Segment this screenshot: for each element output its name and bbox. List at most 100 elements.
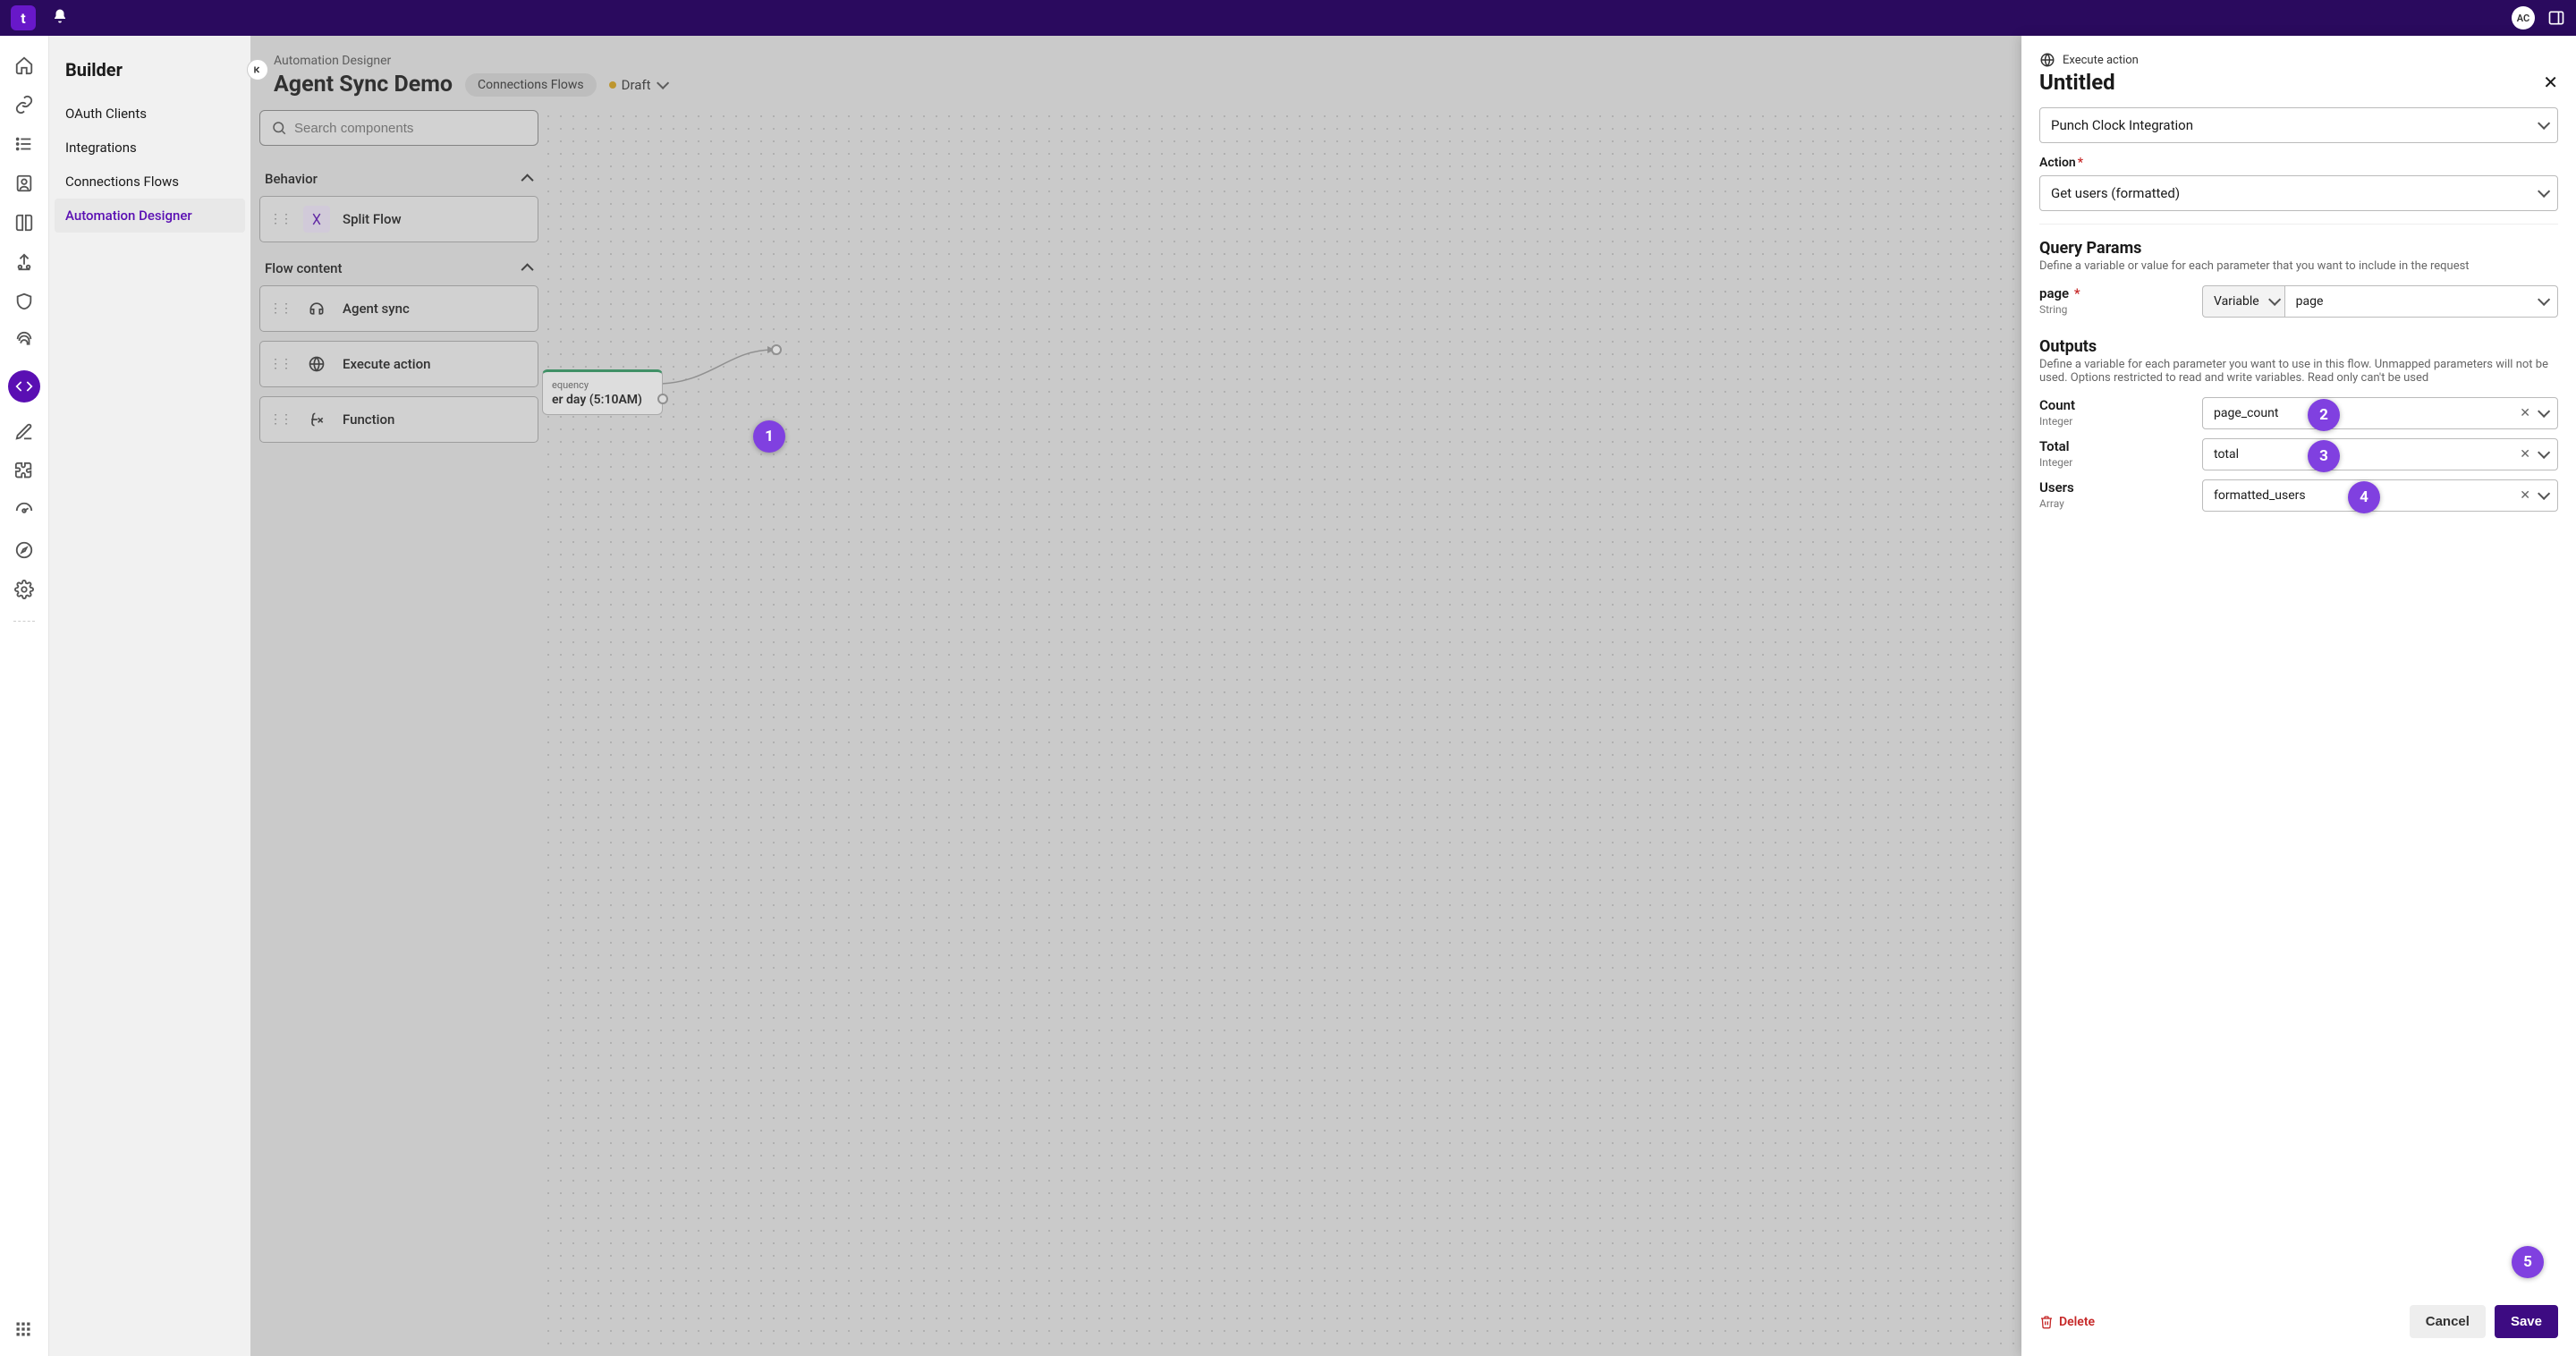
flow-title: Agent Sync Demo xyxy=(274,72,453,97)
globe-icon xyxy=(2039,52,2055,68)
annotation-4: 4 xyxy=(2348,481,2380,513)
status-label: Draft xyxy=(622,77,651,93)
collapse-sidebar-button[interactable] xyxy=(247,59,268,81)
chevron-down-icon xyxy=(657,76,669,89)
node-meta: equency xyxy=(552,379,653,391)
status-dropdown[interactable]: Draft xyxy=(609,77,665,93)
chevron-down-icon xyxy=(2538,487,2550,500)
clear-icon[interactable]: ✕ xyxy=(2520,447,2530,462)
param-name: page * xyxy=(2039,285,2190,301)
sidebar-title: Builder xyxy=(55,59,245,97)
outputs-title: Outputs xyxy=(2039,337,2558,356)
drag-handle-icon[interactable]: ⋮⋮ xyxy=(269,412,291,427)
query-params-desc: Define a variable or value for each para… xyxy=(2039,259,2558,273)
action-select[interactable]: Get users (formatted) xyxy=(2039,175,2558,211)
chevron-up-icon xyxy=(521,263,534,275)
delete-button[interactable]: Delete xyxy=(2039,1315,2095,1329)
output-name: Users xyxy=(2039,479,2190,496)
home-icon[interactable] xyxy=(14,55,34,75)
code-icon[interactable] xyxy=(8,370,40,403)
component-split-flow[interactable]: ⋮⋮ Split Flow xyxy=(259,196,538,242)
top-bar: t AC xyxy=(0,0,2576,36)
query-params-title: Query Params xyxy=(2039,239,2558,258)
annotation-3: 3 xyxy=(2308,440,2340,472)
split-icon xyxy=(303,206,330,233)
drag-handle-icon[interactable]: ⋮⋮ xyxy=(269,301,291,316)
search-input-field[interactable] xyxy=(294,121,527,136)
output-count-select[interactable]: page_count ✕ xyxy=(2202,397,2558,429)
icon-rail xyxy=(0,36,49,1356)
chevron-down-icon xyxy=(2538,185,2550,198)
flow-edge xyxy=(657,344,782,389)
apps-grid-icon[interactable] xyxy=(14,1320,34,1340)
output-total-select[interactable]: total ✕ xyxy=(2202,438,2558,470)
sidebar-item-connections[interactable]: Connections Flows xyxy=(55,165,245,199)
status-dot-icon xyxy=(609,81,616,89)
output-users-select[interactable]: formatted_users ✕ xyxy=(2202,479,2558,512)
action-label: Action* xyxy=(2039,156,2558,170)
function-icon xyxy=(303,406,330,433)
param-type: String xyxy=(2039,303,2190,316)
param-value-select[interactable]: page xyxy=(2284,285,2558,318)
headset-icon xyxy=(303,295,330,322)
user-avatar[interactable]: AC xyxy=(2512,6,2535,30)
sidebar-item-oauth[interactable]: OAuth Clients xyxy=(55,97,245,131)
compass-icon[interactable] xyxy=(14,540,34,560)
connection-select[interactable]: Punch Clock Integration xyxy=(2039,107,2558,143)
clear-icon[interactable]: ✕ xyxy=(2520,488,2530,503)
shield-icon[interactable] xyxy=(14,292,34,311)
annotation-2: 2 xyxy=(2308,399,2340,431)
chevron-down-icon xyxy=(2538,293,2550,306)
component-agent-sync[interactable]: ⋮⋮ Agent sync xyxy=(259,285,538,332)
list-icon[interactable] xyxy=(14,134,34,154)
sidebar-item-automation[interactable]: Automation Designer xyxy=(55,199,245,233)
chevron-up-icon xyxy=(521,174,534,186)
contacts-icon[interactable] xyxy=(14,174,34,193)
component-function[interactable]: ⋮⋮ Function xyxy=(259,396,538,443)
flow-node-trigger[interactable]: equency er day (5:10AM) xyxy=(542,369,663,415)
node-output-port[interactable] xyxy=(657,394,668,404)
clear-icon[interactable]: ✕ xyxy=(2520,406,2530,420)
chevron-down-icon xyxy=(2538,117,2550,130)
drag-handle-icon[interactable]: ⋮⋮ xyxy=(269,212,291,226)
section-flow-header[interactable]: Flow content xyxy=(259,251,538,285)
output-type: Integer xyxy=(2039,456,2190,469)
save-button[interactable]: Save xyxy=(2495,1305,2558,1338)
component-execute-action[interactable]: ⋮⋮ Execute action xyxy=(259,341,538,387)
section-behavior-header[interactable]: Behavior xyxy=(259,162,538,196)
flow-type-badge: Connections Flows xyxy=(465,73,597,97)
annotation-1: 1 xyxy=(753,420,785,453)
node-title: er day (5:10AM) xyxy=(552,393,653,407)
output-name: Total xyxy=(2039,438,2190,454)
app-logo[interactable]: t xyxy=(11,5,36,30)
fingerprint-icon[interactable] xyxy=(14,331,34,351)
chevron-down-icon xyxy=(2538,405,2550,418)
panel-type-label: Execute action xyxy=(2063,54,2139,67)
link-icon[interactable] xyxy=(14,95,34,114)
edit-icon[interactable] xyxy=(14,422,34,442)
components-panel: Behavior ⋮⋮ Split Flow Flow content ⋮⋮ A… xyxy=(259,110,542,1344)
chevron-down-icon xyxy=(2268,293,2281,306)
output-type: Integer xyxy=(2039,415,2190,428)
outputs-desc: Define a variable for each parameter you… xyxy=(2039,358,2558,385)
right-panel-toggle-icon[interactable] xyxy=(2547,9,2565,27)
settings-icon[interactable] xyxy=(14,580,34,599)
notifications-icon[interactable] xyxy=(52,8,68,29)
search-components-input[interactable] xyxy=(259,110,538,146)
trash-icon xyxy=(2039,1315,2054,1329)
extensions-icon[interactable] xyxy=(14,462,34,481)
upload-icon[interactable] xyxy=(14,252,34,272)
param-mode-select[interactable]: Variable xyxy=(2202,285,2284,318)
globe-icon xyxy=(303,351,330,377)
builder-sidebar: Builder OAuth Clients Integrations Conne… xyxy=(49,36,250,1356)
cancel-button[interactable]: Cancel xyxy=(2410,1305,2486,1338)
output-name: Count xyxy=(2039,397,2190,413)
gauge-icon[interactable] xyxy=(14,501,34,521)
annotation-5: 5 xyxy=(2512,1246,2544,1278)
drag-handle-icon[interactable]: ⋮⋮ xyxy=(269,357,291,371)
book-icon[interactable] xyxy=(14,213,34,233)
sidebar-item-integrations[interactable]: Integrations xyxy=(55,131,245,165)
close-button[interactable]: ✕ xyxy=(2543,72,2558,93)
chevron-down-icon xyxy=(2538,446,2550,459)
panel-title: Untitled xyxy=(2039,70,2115,95)
